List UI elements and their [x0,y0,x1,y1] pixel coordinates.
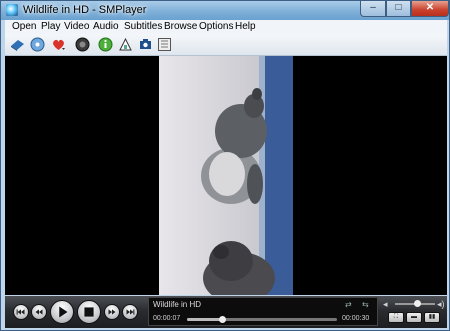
rewind-button[interactable] [31,304,47,320]
aspect-icon: ▮▮ [428,314,436,320]
rewind-icon [35,309,43,315]
seek-bar-fill [187,318,222,321]
menu-open[interactable]: Open [12,21,36,32]
compact-button[interactable]: ▬ [406,312,422,323]
media-info-panel: Wildlife in HD ⇄ ⇆ 00:00:07 00:00:30 [148,297,378,326]
equalizer-icon[interactable] [118,37,133,52]
skip-back-button[interactable] [13,304,29,320]
play-button[interactable] [50,300,74,324]
open-dvd-icon[interactable] [30,37,45,52]
menu-browse[interactable]: Browse [164,21,197,32]
volume-slider[interactable] [395,300,435,307]
seek-handle[interactable] [218,316,226,323]
skip-back-icon [16,309,25,315]
control-bar: Wildlife in HD ⇄ ⇆ 00:00:07 00:00:30 ◂ ◂… [5,296,447,328]
close-button[interactable]: ✕ [411,1,449,17]
playlist-icon[interactable] [157,37,172,52]
media-title: Wildlife in HD [153,300,202,309]
skip-forward-button[interactable] [122,304,138,320]
info-icon[interactable] [98,37,113,52]
volume-low-icon[interactable]: ◂ [383,299,388,310]
video-frame [159,56,293,295]
play-icon [59,306,68,318]
video-area[interactable] [5,56,447,295]
menu-audio[interactable]: Audio [93,21,119,32]
menu-bar: Open Play Video Audio Subtitles Browse O… [5,20,447,34]
volume-handle[interactable] [414,300,421,307]
title-bar[interactable]: Wildlife in HD - SMPlayer – □ ✕ [1,1,449,20]
window-title: Wildlife in HD - SMPlayer [23,4,147,16]
compact-icon: ▬ [411,314,417,320]
open-file-icon[interactable] [10,37,25,52]
volume-high-icon[interactable]: ◂) [437,299,445,310]
record-icon[interactable] [75,37,90,52]
favorites-icon[interactable] [51,37,66,52]
total-time: 00:00:30 [342,315,370,322]
menu-play[interactable]: Play [41,21,60,32]
forward-button[interactable] [104,304,120,320]
minimize-button[interactable]: – [360,1,386,17]
shuffle-icon[interactable]: ⇆ [362,301,371,309]
fullscreen-button[interactable]: ⛶ [388,312,404,323]
stop-button[interactable] [77,300,101,324]
maximize-button[interactable]: □ [386,1,411,17]
screenshot-icon[interactable] [138,37,153,52]
toolbar [5,34,447,56]
menu-help[interactable]: Help [235,21,256,32]
fullscreen-icon: ⛶ [393,314,399,320]
player-window: Wildlife in HD - SMPlayer – □ ✕ Open Pla… [0,0,450,331]
forward-icon [108,309,116,315]
seek-bar[interactable] [187,316,337,323]
aspect-button[interactable]: ▮▮ [424,312,440,323]
repeat-icon[interactable]: ⇄ [345,301,354,309]
menu-video[interactable]: Video [64,21,89,32]
elapsed-time: 00:00:07 [153,315,181,322]
smplayer-logo-icon [6,4,18,16]
stop-icon [84,307,94,317]
skip-forward-icon [126,309,135,315]
menu-options[interactable]: Options [199,21,233,32]
menu-subtitles[interactable]: Subtitles [124,21,162,32]
